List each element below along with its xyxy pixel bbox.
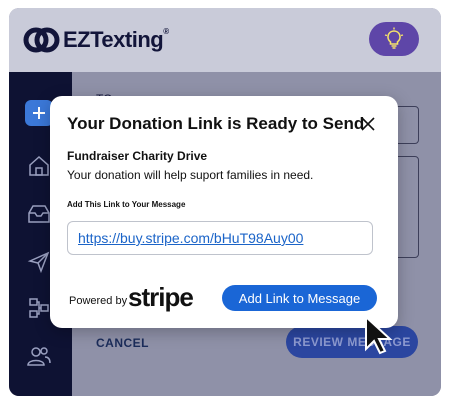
logo-mark-icon xyxy=(23,27,60,53)
cancel-button[interactable]: CANCEL xyxy=(96,336,149,350)
donation-link-field[interactable]: https://buy.stripe.com/bHuT98Auy00 xyxy=(67,221,373,255)
add-link-button[interactable]: Add Link to Message xyxy=(222,285,377,311)
inbox-icon xyxy=(28,205,50,223)
ideas-button[interactable] xyxy=(369,22,419,56)
powered-by-label: Powered by xyxy=(69,295,128,307)
campaign-name: Fundraiser Charity Drive xyxy=(67,149,208,163)
contacts-icon xyxy=(27,347,51,366)
link-field-label: Add This Link to Your Message xyxy=(67,200,186,209)
home-icon xyxy=(29,155,49,176)
send-icon xyxy=(27,251,50,274)
campaign-description: Your donation will help suport families … xyxy=(67,168,314,182)
workflow-icon xyxy=(29,298,49,318)
close-icon[interactable] xyxy=(360,116,376,132)
logo-text: EZTexting® xyxy=(63,27,169,52)
plus-icon xyxy=(33,107,45,119)
donation-link-modal: Your Donation Link is Ready to Send Fund… xyxy=(50,96,398,328)
modal-title: Your Donation Link is Ready to Send xyxy=(67,114,365,133)
mouse-cursor-icon xyxy=(365,315,393,355)
logo: EZTexting® xyxy=(23,23,169,57)
top-bar: EZTexting® xyxy=(9,8,441,72)
stripe-logo: stripe xyxy=(128,282,194,312)
sidebar-item-contacts[interactable] xyxy=(23,342,55,370)
lightbulb-icon xyxy=(384,27,404,49)
new-message-button[interactable] xyxy=(25,100,53,126)
review-message-button[interactable]: REVIEW MESSAGE xyxy=(286,326,418,358)
donation-link[interactable]: https://buy.stripe.com/bHuT98Auy00 xyxy=(78,230,303,246)
